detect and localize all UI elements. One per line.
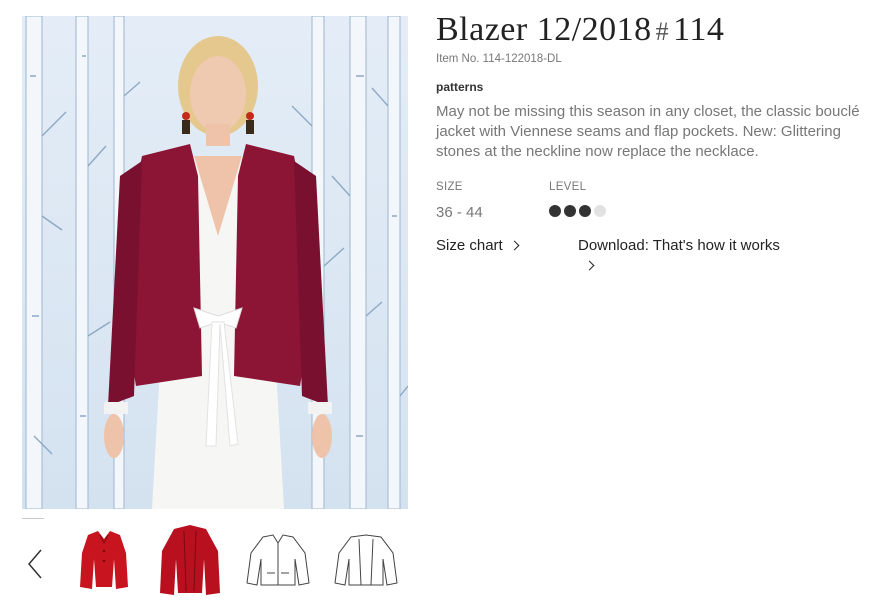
download-label: Download: That's how it works [578, 237, 780, 254]
download-info-link[interactable]: Download: That's how it works [578, 236, 788, 276]
item-number: Item No. 114-122018-DL [436, 53, 562, 65]
thumbnail-front-photo[interactable] [68, 524, 140, 598]
level-dot-filled [564, 205, 576, 217]
thumbnail-back-drawing[interactable] [330, 524, 402, 598]
level-label: LEVEL [549, 181, 587, 193]
chevron-right-icon [584, 260, 595, 271]
size-chart-link[interactable]: Size chart [436, 236, 520, 256]
jacket-back-photo-thumb [160, 525, 220, 595]
chevron-left-icon [28, 549, 42, 579]
title-number: 114 [673, 11, 725, 48]
category-label: patterns [436, 80, 484, 94]
size-chart-label: Size chart [436, 237, 503, 254]
level-dot-filled [579, 205, 591, 217]
thumbnail-strip [22, 522, 408, 602]
hero-product-image[interactable] [22, 16, 408, 509]
jacket-front-photo-thumb [80, 531, 128, 589]
thumbnail-back-photo[interactable] [154, 524, 226, 598]
model-photo [22, 16, 408, 509]
gallery-divider [22, 518, 44, 519]
chevron-right-icon [509, 240, 520, 251]
back-line-drawing-thumb [334, 534, 398, 586]
product-title: Blazer 12/2018 #114 [436, 10, 866, 52]
thumbnail-front-drawing[interactable] [242, 524, 314, 598]
size-spec: SIZE 36 - 44 [436, 180, 483, 221]
size-value: 36 - 44 [436, 204, 483, 221]
level-rating [549, 205, 606, 217]
level-spec: LEVEL [549, 180, 606, 217]
product-description: May not be missing this season in any cl… [436, 103, 860, 160]
level-dot-filled [549, 205, 561, 217]
level-dot-empty [594, 205, 606, 217]
title-hash: # [655, 17, 670, 46]
product-info: Blazer 12/2018 #114 Item No. 114-122018-D… [436, 10, 866, 271]
front-line-drawing-thumb [246, 534, 310, 586]
size-label: SIZE [436, 181, 463, 193]
gallery-prev-button[interactable] [22, 544, 48, 584]
title-main: Blazer 12/2018 [436, 11, 652, 48]
